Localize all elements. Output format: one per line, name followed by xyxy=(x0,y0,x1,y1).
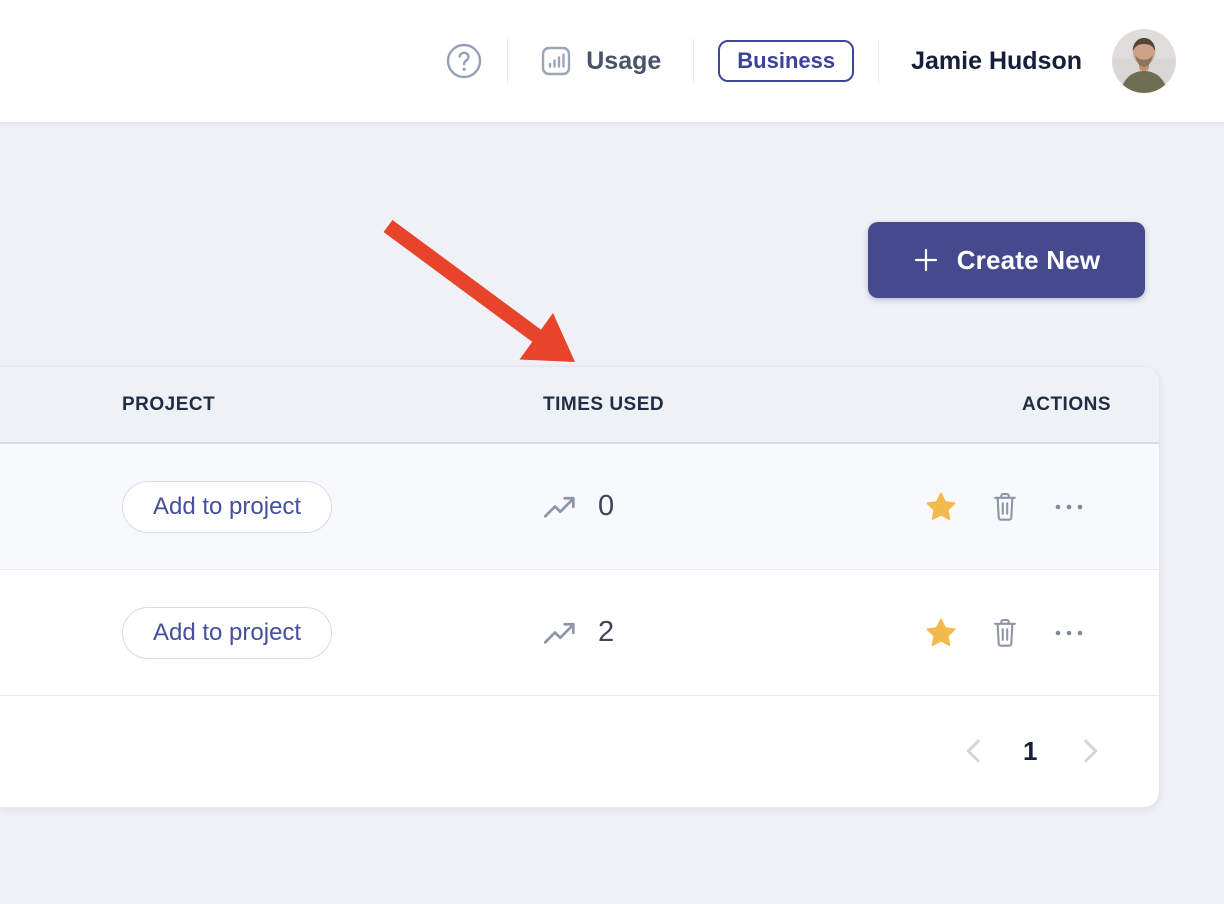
trash-icon xyxy=(990,491,1020,523)
divider xyxy=(693,39,695,83)
help-icon xyxy=(445,42,483,80)
prev-page-button[interactable] xyxy=(965,739,981,763)
usage-label: Usage xyxy=(586,46,662,75)
create-new-label: Create New xyxy=(956,244,1101,275)
red-arrow-annotation xyxy=(383,219,575,362)
pagination: 1 xyxy=(0,696,1159,806)
column-header-actions: ACTIONS xyxy=(1022,393,1111,415)
chevron-left-icon xyxy=(965,739,981,763)
star-icon xyxy=(925,491,957,523)
avatar[interactable] xyxy=(1112,29,1176,93)
times-used-value: 0 xyxy=(598,490,615,522)
help-button[interactable] xyxy=(445,42,483,80)
more-actions-button[interactable] xyxy=(1053,628,1085,638)
column-header-times-used: TIMES USED xyxy=(543,393,665,415)
favorite-button[interactable] xyxy=(925,491,957,523)
table-header-row: PROJECT TIMES USED ACTIONS xyxy=(0,367,1159,444)
add-to-project-button[interactable]: Add to project xyxy=(122,606,333,659)
more-actions-button[interactable] xyxy=(1053,502,1085,512)
favorite-button[interactable] xyxy=(925,617,957,649)
column-header-project: PROJECT xyxy=(122,393,216,415)
table-row: Add to project 2 xyxy=(0,570,1159,696)
ellipsis-icon xyxy=(1053,502,1085,512)
table-row: Add to project 0 xyxy=(0,444,1159,570)
times-used-value: 2 xyxy=(598,616,615,648)
trash-icon xyxy=(990,617,1020,649)
plus-icon xyxy=(913,247,939,273)
chevron-right-icon xyxy=(1083,739,1099,763)
delete-button[interactable] xyxy=(990,617,1020,649)
ellipsis-icon xyxy=(1053,628,1085,638)
add-to-project-button[interactable]: Add to project xyxy=(122,480,333,533)
table-card: PROJECT TIMES USED ACTIONS Add to projec… xyxy=(0,366,1160,808)
user-name[interactable]: Jamie Hudson xyxy=(905,46,1088,77)
next-page-button[interactable] xyxy=(1083,739,1099,763)
star-icon xyxy=(925,617,957,649)
create-new-button[interactable]: Create New xyxy=(868,222,1145,298)
divider xyxy=(507,39,509,83)
trend-icon xyxy=(543,619,576,646)
usage-icon xyxy=(540,45,572,77)
usage-button[interactable]: Usage xyxy=(534,44,667,78)
plan-badge[interactable]: Business xyxy=(718,39,855,83)
divider xyxy=(878,39,880,83)
current-page[interactable]: 1 xyxy=(1023,736,1041,767)
delete-button[interactable] xyxy=(990,491,1020,523)
top-bar: Usage Business Jamie Hudson xyxy=(0,0,1224,122)
trend-icon xyxy=(543,493,576,520)
